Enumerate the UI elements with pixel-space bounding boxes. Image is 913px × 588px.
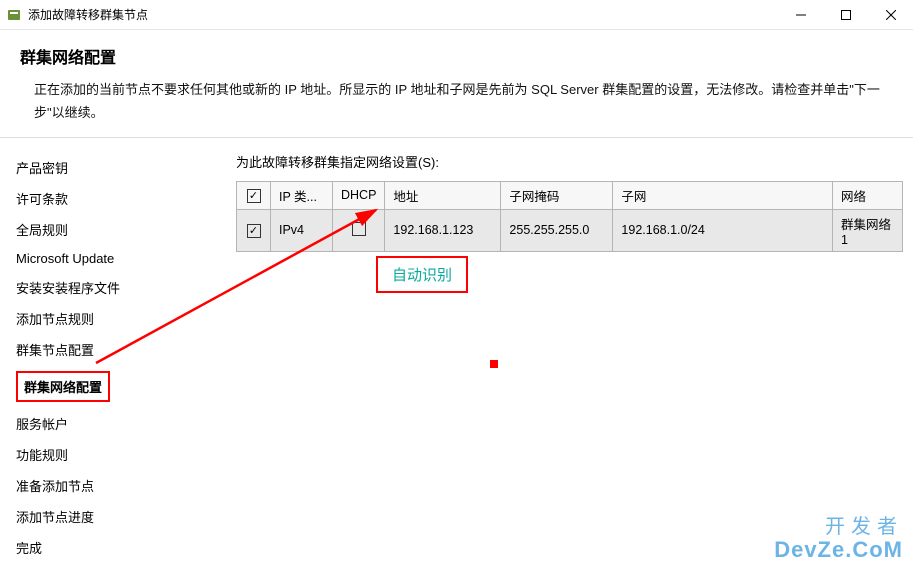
annotation-auto-detect: 自动识别 (376, 256, 468, 293)
row-dhcp-checkbox[interactable] (352, 222, 366, 236)
table-row[interactable]: IPv4 192.168.1.123 255.255.255.0 192.168… (237, 209, 903, 251)
col-check (237, 181, 271, 209)
page-description: 正在添加的当前节点不要求任何其他或新的 IP 地址。所显示的 IP 地址和子网是… (20, 78, 893, 125)
annotation-dot (490, 360, 498, 368)
sidebar-item-10[interactable]: 准备添加节点 (12, 470, 216, 501)
watermark: 开发者 DevZe.CoM (774, 516, 903, 562)
col-net[interactable]: 网络 (833, 181, 903, 209)
row-checkbox[interactable] (247, 224, 261, 238)
cell-net: 群集网络 1 (833, 209, 903, 251)
window-title: 添加故障转移群集节点 (28, 6, 778, 23)
sidebar-item-8[interactable]: 服务帐户 (12, 408, 216, 439)
cell-mask: 255.255.255.0 (501, 209, 613, 251)
col-mask[interactable]: 子网掩码 (501, 181, 613, 209)
sidebar-item-3[interactable]: Microsoft Update (12, 245, 216, 272)
sidebar-item-9[interactable]: 功能规则 (12, 439, 216, 470)
page-title: 群集网络配置 (20, 44, 893, 68)
network-table: IP 类... DHCP 地址 子网掩码 子网 网络 IPv4 192.168.… (236, 181, 903, 252)
sidebar-item-1[interactable]: 许可条款 (12, 183, 216, 214)
page-header: 群集网络配置 正在添加的当前节点不要求任何其他或新的 IP 地址。所显示的 IP… (0, 30, 913, 138)
col-subnet[interactable]: 子网 (613, 181, 833, 209)
col-iptype[interactable]: IP 类... (271, 181, 333, 209)
sidebar-item-2[interactable]: 全局规则 (12, 214, 216, 245)
sidebar-item-5[interactable]: 添加节点规则 (12, 303, 216, 334)
cell-addr: 192.168.1.123 (385, 209, 501, 251)
col-addr[interactable]: 地址 (385, 181, 501, 209)
close-button[interactable] (868, 0, 913, 30)
sidebar-item-11[interactable]: 添加节点进度 (12, 501, 216, 532)
sidebar-item-12[interactable]: 完成 (12, 532, 216, 563)
app-icon (6, 7, 22, 23)
sidebar-item-0[interactable]: 产品密钥 (12, 152, 216, 183)
sidebar-item-6[interactable]: 群集节点配置 (12, 334, 216, 365)
header-checkbox[interactable] (247, 189, 261, 203)
sidebar-item-7[interactable]: 群集网络配置 (12, 365, 216, 408)
cell-iptype: IPv4 (271, 209, 333, 251)
instruction-label: 为此故障转移群集指定网络设置(S): (236, 152, 903, 171)
sidebar: 产品密钥许可条款全局规则Microsoft Update安装安装程序文件添加节点… (0, 138, 216, 588)
col-dhcp[interactable]: DHCP (333, 181, 385, 209)
sidebar-item-4[interactable]: 安装安装程序文件 (12, 272, 216, 303)
cell-subnet: 192.168.1.0/24 (613, 209, 833, 251)
minimize-button[interactable] (778, 0, 823, 30)
title-bar: 添加故障转移群集节点 (0, 0, 913, 30)
maximize-button[interactable] (823, 0, 868, 30)
